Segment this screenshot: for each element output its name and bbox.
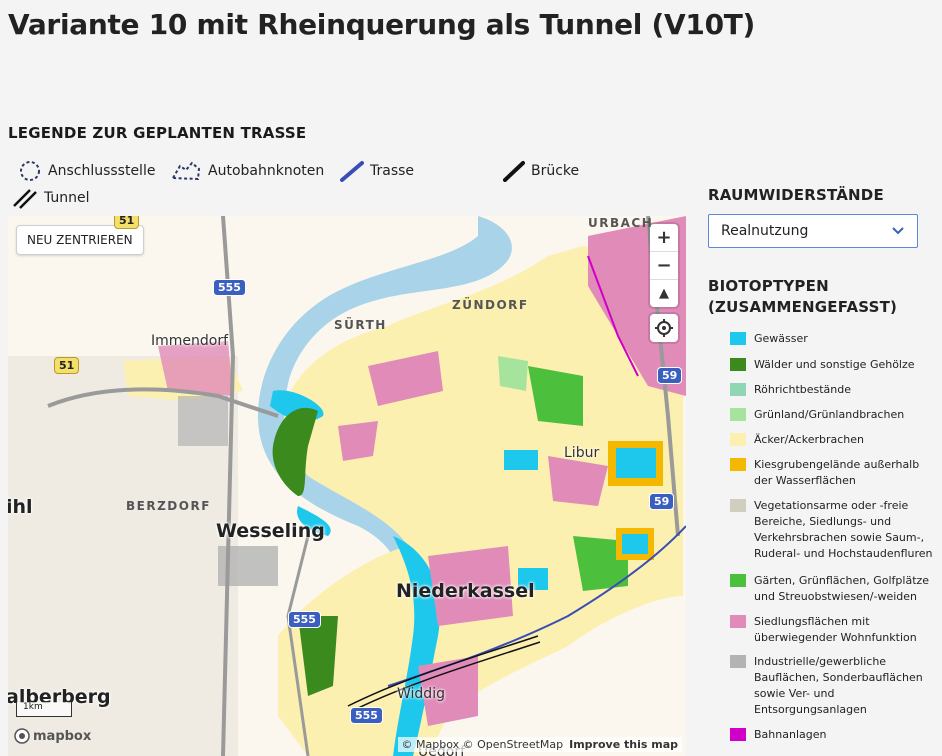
biotop-label: Industrielle/gewerbliche Bauflächen, Son… bbox=[754, 655, 923, 716]
mapbox-logo[interactable]: mapbox bbox=[14, 728, 91, 744]
road-shield: 555 bbox=[213, 279, 246, 296]
legend-label: Anschlussstelle bbox=[48, 163, 156, 179]
legend-item-tunnel: Tunnel bbox=[12, 187, 90, 209]
place-label: URBACH bbox=[588, 216, 654, 230]
biotop-item: Vegetationsarme oder -freie Bereiche, Si… bbox=[730, 498, 935, 562]
color-swatch bbox=[730, 383, 746, 396]
biotop-label: Gärten, Grünflächen, Golfplätze und Stre… bbox=[754, 574, 930, 603]
biotop-item: Gärten, Grünflächen, Golfplätze und Stre… bbox=[730, 573, 935, 605]
place-label: SÜRTH bbox=[334, 318, 387, 332]
place-label: Libur bbox=[564, 445, 600, 461]
color-swatch bbox=[730, 408, 746, 421]
zoom-out-button[interactable]: − bbox=[650, 252, 678, 280]
biotop-label: Kiesgrubengelände außerhalb der Wasserfl… bbox=[754, 458, 920, 487]
biotop-label: Siedlungsflächen mit überwiegender Wohnf… bbox=[754, 615, 917, 644]
attribution: © Mapbox © OpenStreetMap Improve this map bbox=[397, 737, 682, 752]
crosshair-icon bbox=[655, 319, 673, 337]
map[interactable]: NEU ZENTRIEREN + − ▲ URBACH ZÜNDORF SÜRT… bbox=[8, 216, 686, 756]
color-swatch bbox=[730, 499, 746, 512]
road-shield: 59 bbox=[649, 493, 675, 510]
biotop-item: Grünland/Grünlandbrachen bbox=[730, 407, 935, 423]
biotop-item: Industrielle/gewerbliche Bauflächen, Son… bbox=[730, 654, 935, 718]
color-swatch bbox=[730, 433, 746, 446]
double-line-icon bbox=[13, 189, 37, 209]
realnutzung-select[interactable]: Realnutzung bbox=[708, 214, 918, 248]
place-label: Niederkassel bbox=[396, 580, 535, 602]
blue-line-icon bbox=[340, 161, 364, 182]
legend-label: Autobahnknoten bbox=[208, 163, 325, 179]
road-shield: 51 bbox=[54, 357, 80, 374]
road-shield: 51 bbox=[114, 216, 140, 229]
legend-label: Trasse bbox=[370, 163, 415, 179]
biotop-label: Röhrichtbestände bbox=[754, 383, 852, 396]
place-label: ihl bbox=[8, 496, 33, 518]
biotop-item: Wälder und sonstige Gehölze bbox=[730, 357, 935, 373]
color-swatch bbox=[730, 728, 746, 741]
legend-item-anschlussstelle: Anschlussstelle bbox=[18, 160, 155, 182]
legend-label: Tunnel bbox=[44, 190, 90, 206]
mapbox-icon bbox=[14, 728, 30, 744]
map-canvas[interactable] bbox=[8, 216, 686, 756]
biotop-label: Äcker/Ackerbrachen bbox=[754, 433, 865, 446]
legend-item-trasse: Trasse bbox=[340, 160, 414, 182]
biotop-item: Siedlungsflächen mit überwiegender Wohnf… bbox=[730, 614, 935, 646]
chevron-down-icon bbox=[892, 227, 904, 235]
zoom-controls: + − ▲ bbox=[650, 224, 678, 307]
legend-item-autobahnknoten: Autobahnknoten bbox=[170, 160, 324, 182]
geolocate-button[interactable] bbox=[650, 314, 678, 342]
color-swatch bbox=[730, 358, 746, 371]
recenter-button[interactable]: NEU ZENTRIEREN bbox=[16, 225, 144, 255]
mapbox-wordmark: mapbox bbox=[33, 728, 92, 744]
select-value: Realnutzung bbox=[721, 223, 809, 239]
color-swatch bbox=[730, 574, 746, 587]
road-shield: 555 bbox=[288, 611, 321, 628]
biotop-label: Vegetationsarme oder -freie Bereiche, Si… bbox=[754, 499, 933, 560]
biotoptypen-heading: BIOTOPTYPEN bbox=[708, 277, 829, 295]
raumwiderstaende-heading: RAUMWIDERSTÄNDE bbox=[708, 186, 884, 204]
biotop-item: Kiesgrubengelände außerhalb der Wasserfl… bbox=[730, 457, 935, 489]
place-label: Wesseling bbox=[216, 520, 325, 542]
biotop-item: Röhrichtbestände bbox=[730, 382, 935, 398]
place-label: Widdig bbox=[397, 686, 445, 702]
scale-bar: 1km bbox=[16, 702, 72, 717]
road-shield: 59 bbox=[657, 367, 683, 384]
zoom-in-button[interactable]: + bbox=[650, 224, 678, 252]
place-label: Immendorf bbox=[151, 333, 229, 349]
place-label: BERZDORF bbox=[126, 499, 211, 513]
attribution-text[interactable]: © Mapbox © OpenStreetMap bbox=[402, 738, 564, 751]
legend-item-bruecke: Brücke bbox=[503, 160, 579, 182]
biotop-item: Gewässer bbox=[730, 331, 935, 347]
biotop-label: Wälder und sonstige Gehölze bbox=[754, 358, 915, 371]
biotoptypen-subheading: (ZUSAMMENGEFASST) bbox=[708, 298, 898, 316]
biotop-item: Äcker/Ackerbrachen bbox=[730, 432, 935, 448]
place-label: ZÜNDORF bbox=[452, 298, 529, 312]
road-shield: 555 bbox=[350, 707, 383, 724]
color-swatch bbox=[730, 332, 746, 345]
dashed-shape-icon bbox=[171, 161, 201, 181]
black-line-icon bbox=[503, 161, 525, 182]
page-title: Variante 10 mit Rheinquerung als Tunnel … bbox=[8, 8, 756, 41]
dashed-circle-icon bbox=[20, 161, 40, 181]
biotop-label: Gewässer bbox=[754, 332, 808, 345]
color-swatch bbox=[730, 615, 746, 628]
biotop-label: Bahnanlagen bbox=[754, 728, 827, 741]
color-swatch bbox=[730, 458, 746, 471]
compass-icon[interactable]: ▲ bbox=[650, 280, 678, 307]
improve-map-link[interactable]: Improve this map bbox=[569, 738, 678, 751]
legend-label: Brücke bbox=[531, 163, 580, 179]
biotop-item: Bahnanlagen bbox=[730, 727, 935, 743]
biotop-label: Grünland/Grünlandbrachen bbox=[754, 408, 905, 421]
color-swatch bbox=[730, 655, 746, 668]
legend-heading: LEGENDE ZUR GEPLANTEN TRASSE bbox=[8, 124, 307, 142]
